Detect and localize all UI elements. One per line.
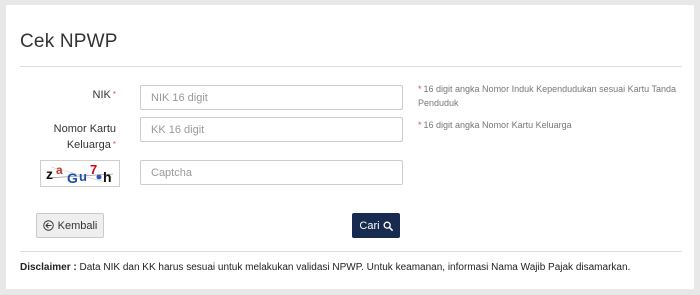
nik-hint: * 16 digit angka Nomor Induk Kependudukan…: [418, 82, 688, 110]
arrow-circle-left-icon: [42, 220, 54, 231]
disclaimer-heading: Disclaimer :: [20, 262, 77, 273]
nik-input[interactable]: [140, 85, 403, 110]
nik-label-text: NIK: [92, 89, 111, 101]
svg-text:7: 7: [90, 162, 97, 177]
cek-npwp-card: Cek NPWP NIK* *16 digit angka Nomor Indu…: [6, 5, 694, 289]
kk-hint: * 16 digit angka Nomor Kartu Keluarga: [418, 118, 688, 132]
disclaimer-text: Data NIK dan KK harus sesuai untuk melak…: [79, 262, 631, 273]
disclaimer: Disclaimer : Data NIK dan KK harus sesua…: [20, 262, 630, 273]
svg-text:u: u: [79, 169, 87, 184]
captcha-image: z a G u 7 h: [40, 160, 120, 187]
svg-text:h: h: [103, 169, 112, 185]
search-button[interactable]: Cari: [352, 213, 400, 238]
svg-text:z: z: [46, 166, 53, 182]
kk-label: Nomor Kartu Keluarga *: [20, 121, 116, 153]
kk-input[interactable]: [140, 117, 403, 142]
required-marker: *: [112, 90, 116, 99]
search-button-label: Cari: [359, 219, 380, 232]
kk-hint-text: 16 digit angka Nomor Kartu Keluarga: [423, 120, 572, 130]
footer-divider: [20, 251, 682, 252]
required-marker: *: [112, 140, 116, 149]
svg-text:G: G: [67, 170, 78, 186]
back-button-label: Kembali: [57, 219, 98, 232]
hint-required-marker: *: [418, 120, 422, 130]
back-button[interactable]: Kembali: [36, 213, 104, 238]
kk-label-line2: Keluarga: [66, 139, 111, 151]
title-divider: [20, 66, 682, 67]
captcha-input[interactable]: [140, 160, 403, 185]
nik-label: NIK *: [20, 87, 116, 103]
search-icon: [383, 221, 393, 231]
captcha-graphic: z a G u 7 h: [46, 162, 114, 186]
kk-label-line1: Nomor Kartu: [53, 123, 116, 135]
svg-text:a: a: [56, 163, 63, 177]
page-title: Cek NPWP: [20, 31, 118, 52]
hint-required-marker: *: [418, 84, 422, 94]
nik-hint-text: 16 digit angka Nomor Induk Kependudukan …: [418, 84, 677, 108]
